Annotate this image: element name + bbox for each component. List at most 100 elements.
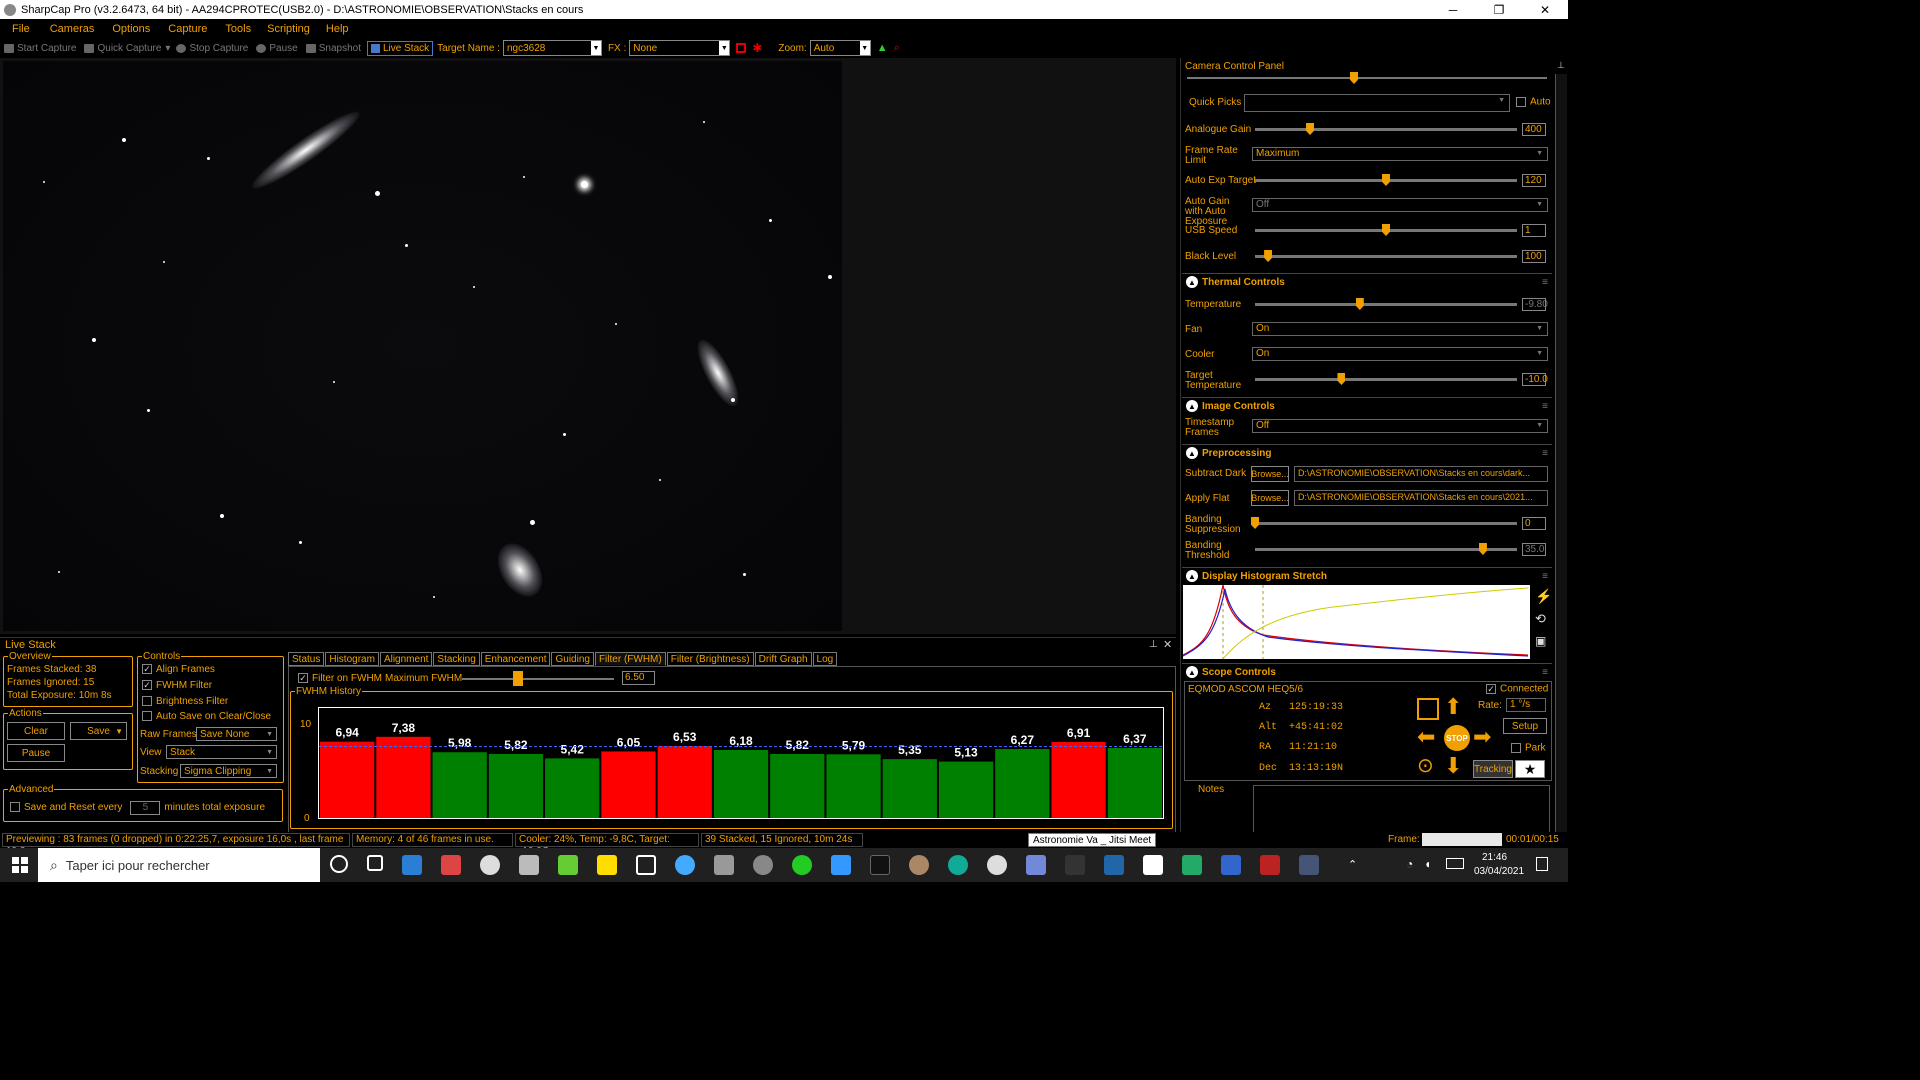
black-level-slider[interactable] <box>1255 255 1517 258</box>
pause-stack-button[interactable]: Pause <box>7 744 65 762</box>
view-select[interactable]: Stack ▼ <box>166 745 277 759</box>
panel-scrollbar[interactable] <box>1555 74 1567 834</box>
scope-controls-header[interactable]: ▲ Scope Controls ≡ <box>1182 663 1552 680</box>
clock-time[interactable]: 21:46 <box>1482 852 1507 863</box>
tab-histogram[interactable]: Histogram <box>325 652 379 666</box>
network-icon[interactable]: ◔ <box>1406 857 1413 871</box>
stop-capture-button[interactable]: Stop Capture <box>176 43 248 54</box>
preprocessing-header[interactable]: ▲ Preprocessing ≡ <box>1182 444 1552 461</box>
menu-cameras[interactable]: Cameras <box>50 23 95 35</box>
app-icon[interactable] <box>909 855 929 875</box>
setup-button[interactable]: Setup <box>1503 718 1547 734</box>
save-button[interactable]: Save ▼ <box>70 722 127 740</box>
target-name-input[interactable]: ngc3628 ▼ <box>502 40 602 56</box>
clear-button[interactable]: Clear <box>7 722 65 740</box>
menu-options[interactable]: Options <box>112 23 150 35</box>
zoom-icon[interactable]: ⌕ <box>894 42 900 55</box>
keyboard-icon[interactable] <box>1446 858 1464 869</box>
analogue-gain-thumb[interactable] <box>1306 123 1315 135</box>
image-viewer[interactable] <box>0 58 1176 634</box>
chevron-down-icon[interactable]: ▼ <box>590 41 601 55</box>
tab-guiding[interactable]: Guiding <box>551 652 594 666</box>
pin-icon[interactable]: ⊥ <box>1557 60 1565 71</box>
app-icon[interactable] <box>1104 855 1124 875</box>
pin-icon[interactable]: ⊥ <box>1149 639 1158 650</box>
auto-exp-input[interactable]: 120 <box>1522 174 1546 187</box>
dark-path-select[interactable]: D:\ASTRONOMIE\OBSERVATION\Stacks en cour… <box>1294 466 1548 482</box>
collapse-icon[interactable]: ▲ <box>1186 570 1198 582</box>
usb-speed-input[interactable]: 1 <box>1522 224 1546 237</box>
app-icon[interactable] <box>1299 855 1319 875</box>
chevron-up-icon[interactable]: ⌃ <box>1348 858 1357 871</box>
rate-select[interactable]: 1 °/s <box>1506 698 1546 712</box>
align-frames-checkbox[interactable]: ✓ <box>142 664 152 675</box>
discord-icon[interactable] <box>1026 855 1046 875</box>
banding-supp-input[interactable]: 0 <box>1522 517 1546 530</box>
auto-exp-thumb[interactable] <box>1382 174 1390 186</box>
menu-scripting[interactable]: Scripting <box>267 23 310 35</box>
star-align-icon[interactable]: ★ <box>1515 760 1545 778</box>
app-icon[interactable] <box>675 855 695 875</box>
black-level-input[interactable]: 100 <box>1522 250 1546 263</box>
tab-stacking[interactable]: Stacking <box>433 652 480 666</box>
max-fwhm-slider[interactable] <box>462 678 614 680</box>
goto-icon[interactable] <box>1417 698 1439 720</box>
save-reset-input[interactable]: 5 <box>130 801 161 815</box>
settings-icon[interactable] <box>480 855 500 875</box>
save-icon[interactable]: ▣ <box>1535 634 1546 648</box>
thermal-controls-header[interactable]: ▲ Thermal Controls ≡ <box>1182 273 1552 290</box>
histogram-stretch-header[interactable]: ▲ Display Histogram Stretch ≡ <box>1182 567 1552 584</box>
target-temp-thumb[interactable] <box>1337 373 1346 385</box>
collapse-icon[interactable]: ▲ <box>1186 276 1198 288</box>
volume-icon[interactable]: ◖ <box>1424 857 1431 871</box>
app-icon[interactable] <box>1065 855 1085 875</box>
snapshot-button[interactable]: Snapshot <box>305 43 361 54</box>
reset-icon[interactable]: ⟲ <box>1535 611 1546 627</box>
start-capture-button[interactable]: Start Capture <box>4 43 76 54</box>
app-icon[interactable] <box>870 855 890 875</box>
menu-help[interactable]: Help <box>326 23 349 35</box>
stop-button[interactable]: STOP <box>1444 725 1470 751</box>
app-icon[interactable] <box>519 855 539 875</box>
sticky-notes-icon[interactable] <box>597 855 617 875</box>
clock-date[interactable]: 03/04/2021 <box>1474 866 1524 877</box>
banding-thr-thumb[interactable] <box>1478 543 1487 555</box>
tab-log[interactable]: Log <box>812 652 838 666</box>
collapse-icon[interactable]: ▲ <box>1186 447 1198 459</box>
max-fwhm-thumb[interactable] <box>513 671 523 686</box>
mail-icon[interactable] <box>402 855 422 875</box>
maximize-button[interactable]: ❐ <box>1476 0 1522 19</box>
sharpcap-icon[interactable] <box>753 855 773 875</box>
analogue-gain-slider[interactable] <box>1255 128 1517 131</box>
quick-capture-button[interactable]: Quick Capture ▾ <box>84 43 170 54</box>
target-temp-slider[interactable] <box>1255 378 1517 381</box>
auto-stretch-icon[interactable]: ⚡ <box>1535 588 1552 605</box>
auto-checkbox[interactable] <box>1516 97 1526 107</box>
save-reset-checkbox[interactable] <box>10 802 20 813</box>
taskbar-search[interactable]: ⌕ Taper ici pour rechercher <box>38 848 320 882</box>
tab-drift-graph[interactable]: Drift Graph <box>754 652 812 666</box>
quick-picks-select[interactable]: ▼ <box>1244 94 1510 112</box>
live-stack-button[interactable]: Live Stack <box>367 40 434 56</box>
tracking-button[interactable]: Tracking <box>1473 760 1513 778</box>
app-icon[interactable] <box>1221 855 1241 875</box>
black-level-thumb[interactable] <box>1264 250 1273 262</box>
app-icon[interactable] <box>714 855 734 875</box>
collapse-icon[interactable]: ▲ <box>1186 666 1198 678</box>
arrow-right-icon[interactable]: ➡ <box>1473 726 1491 748</box>
banding-supp-slider[interactable] <box>1255 522 1517 525</box>
pause-button[interactable]: Pause <box>256 43 298 54</box>
filter-fwhm-checkbox[interactable]: ✓ <box>298 673 308 684</box>
histogram-icon[interactable]: ▲ <box>877 42 888 54</box>
raw-frames-select[interactable]: Save None ▼ <box>196 727 277 741</box>
tab-filter-brightness[interactable]: Filter (Brightness) <box>666 652 754 666</box>
app-icon[interactable] <box>1260 855 1280 875</box>
histogram-graph[interactable] <box>1183 585 1530 659</box>
chevron-down-icon[interactable]: ▼ <box>115 727 123 736</box>
app-icon[interactable] <box>831 855 851 875</box>
arrow-down-icon[interactable]: ⬇ <box>1444 755 1462 777</box>
tab-filter-fwhm[interactable]: Filter (FWHM) <box>594 652 666 666</box>
auto-save-checkbox[interactable] <box>142 711 152 722</box>
menu-icon[interactable]: ≡ <box>1542 277 1548 288</box>
arrow-up-icon[interactable]: ⬆ <box>1444 696 1462 718</box>
